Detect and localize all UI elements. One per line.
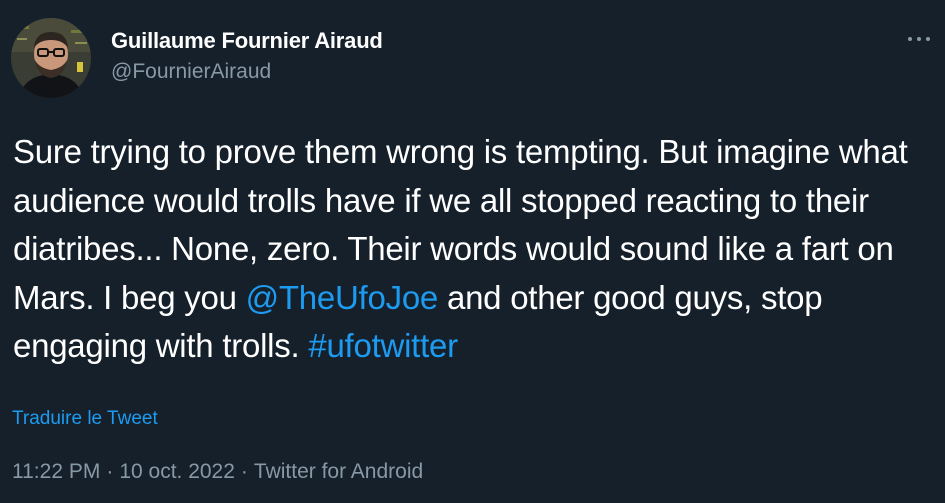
person-with-glasses-avatar-icon <box>11 18 91 98</box>
tweet-time[interactable]: 11:22 PM <box>12 460 100 483</box>
hashtag-link[interactable]: #ufotwitter <box>308 327 458 364</box>
tweet-card: Guillaume Fournier Airaud @FournierAirau… <box>0 0 945 503</box>
tweet-source[interactable]: Twitter for Android <box>254 460 423 483</box>
mention-link[interactable]: @TheUfoJoe <box>246 279 439 316</box>
author-avatar[interactable] <box>11 18 91 98</box>
meta-separator: · <box>106 460 114 483</box>
author-display-name[interactable]: Guillaume Fournier Airaud <box>111 28 383 54</box>
translate-tweet-link[interactable]: Traduire le Tweet <box>12 408 158 430</box>
author-handle[interactable]: @FournierAiraud <box>111 60 271 84</box>
more-options-button[interactable] <box>902 26 936 52</box>
tweet-date[interactable]: 10 oct. 2022 <box>119 460 235 483</box>
more-horizontal-icon <box>908 37 930 41</box>
tweet-text: Sure trying to prove them wrong is tempt… <box>13 128 938 371</box>
meta-separator: · <box>240 460 248 483</box>
tweet-metadata: 11:22 PM · 10 oct. 2022 · Twitter for Androi… <box>12 460 423 484</box>
